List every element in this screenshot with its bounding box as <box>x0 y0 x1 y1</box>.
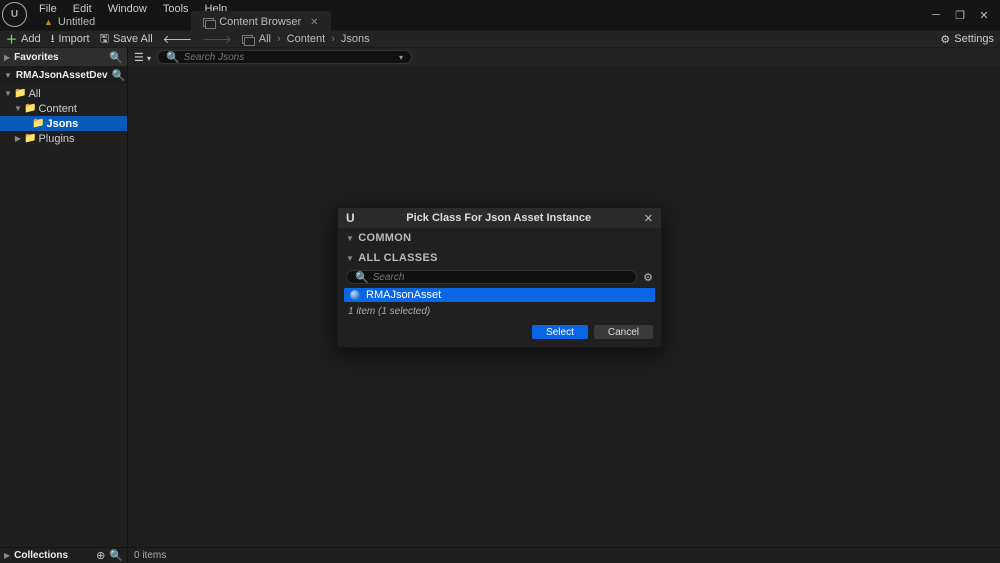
breadcrumb: All › Content › Jsons <box>242 33 370 45</box>
tree-row-jsons[interactable]: 📁 Jsons <box>0 116 127 131</box>
chevron-down-icon: ▼ <box>346 254 354 263</box>
search-icon[interactable]: 🔍 <box>109 549 123 562</box>
save-all-button[interactable]: 🖫 Save All <box>100 30 153 49</box>
class-search-field[interactable] <box>373 272 628 283</box>
tree-row-label: Plugins <box>38 133 74 145</box>
settings-button-label: Settings <box>954 33 994 45</box>
content-search-field[interactable] <box>184 52 395 63</box>
content-browser-icon <box>203 18 214 27</box>
filter-button[interactable]: ☰ ▾ <box>132 51 153 64</box>
select-button[interactable]: Select <box>532 325 588 339</box>
nav-back-button[interactable]: 🡐 <box>163 32 193 46</box>
cancel-button[interactable]: Cancel <box>594 325 653 339</box>
breadcrumb-all[interactable]: All <box>259 33 271 45</box>
window-close-button[interactable]: ✕ <box>972 6 996 24</box>
add-button-label: Add <box>21 33 41 45</box>
common-section-header[interactable]: ▼ COMMON <box>338 228 661 248</box>
chevron-right-icon: › <box>277 33 281 45</box>
folder-tree: ▼ 📁 All ▼ 📁 Content 📁 Jsons ▶ 📁 Plugin <box>0 84 127 148</box>
tree-row-all[interactable]: ▼ 📁 All <box>0 86 127 101</box>
import-button-label: Import <box>58 33 89 45</box>
plus-icon: ＋ <box>6 31 17 47</box>
folder-icon: 📁 <box>24 133 36 144</box>
breadcrumb-jsons[interactable]: Jsons <box>341 33 370 45</box>
document-tab-label: Content Browser <box>219 16 301 28</box>
class-search-input[interactable]: 🔍 <box>346 270 637 284</box>
collections-label: Collections <box>14 550 92 561</box>
unreal-engine-logo: U <box>2 2 27 27</box>
modal-title: Pick Class For Json Asset Instance <box>360 212 638 224</box>
search-icon: 🔍 <box>355 271 369 284</box>
folder-icon: 📁 <box>14 88 26 99</box>
search-icon[interactable]: 🔍 <box>112 69 126 82</box>
tree-row-label: Content <box>38 103 77 115</box>
document-tab-untitled[interactable]: ▲ Untitled <box>32 11 107 33</box>
collections-header[interactable]: ▶ Collections ⊕ 🔍 <box>0 547 127 563</box>
filter-icon: ☰ <box>134 52 144 64</box>
content-search-input[interactable]: 🔍 ▾ <box>157 50 412 64</box>
modal-close-button[interactable]: ✕ <box>644 212 653 225</box>
window-minimize-button[interactable]: ─ <box>924 6 948 24</box>
tree-row-label: All <box>28 88 40 100</box>
chevron-down-icon: ▼ <box>346 234 354 243</box>
chevron-right-icon: › <box>331 33 335 45</box>
all-classes-section-label: ALL CLASSES <box>358 252 438 264</box>
class-row-label: RMAJsonAsset <box>366 289 441 301</box>
breadcrumb-content[interactable]: Content <box>287 33 326 45</box>
tree-row-label: Jsons <box>46 118 78 130</box>
folder-icon: 📁 <box>24 103 36 114</box>
class-icon <box>350 290 360 300</box>
chevron-right-icon: ▶ <box>14 134 22 143</box>
search-icon[interactable]: 🔍 <box>109 51 123 64</box>
folder-icon <box>242 35 253 44</box>
all-classes-section-header[interactable]: ▼ ALL CLASSES <box>338 248 661 268</box>
search-icon: 🔍 <box>166 51 180 64</box>
tree-row-plugins[interactable]: ▶ 📁 Plugins <box>0 131 127 146</box>
document-tab-content-browser[interactable]: Content Browser ✕ <box>191 11 330 33</box>
chevron-down-icon: ▼ <box>4 89 12 98</box>
pick-class-modal: U Pick Class For Json Asset Instance ✕ ▼… <box>337 207 662 348</box>
tab-close-icon[interactable]: ✕ <box>310 17 318 28</box>
warning-icon: ▲ <box>44 17 53 27</box>
favorites-header[interactable]: ▶ Favorites 🔍 <box>0 48 127 66</box>
nav-forward-button[interactable]: 🡒 <box>202 32 232 46</box>
class-search-settings-button[interactable]: ⚙ <box>643 271 653 284</box>
plus-circle-icon[interactable]: ⊕ <box>96 549 105 562</box>
select-button-label: Select <box>546 327 574 338</box>
folder-icon: 📁 <box>32 118 44 129</box>
chevron-down-icon: ▼ <box>4 71 12 80</box>
arrow-left-icon: 🡐 <box>163 32 193 46</box>
cancel-button-label: Cancel <box>608 327 639 338</box>
tree-row-content[interactable]: ▼ 📁 Content <box>0 101 127 116</box>
selection-status: 1 item (1 selected) <box>338 304 661 319</box>
class-row-rmajsonasset[interactable]: RMAJsonAsset <box>344 288 655 302</box>
project-label: RMAJsonAssetDev <box>16 70 108 81</box>
chevron-right-icon: ▶ <box>4 551 10 560</box>
common-section-label: COMMON <box>358 232 411 244</box>
arrow-right-icon: 🡒 <box>202 32 232 46</box>
document-tab-label: Untitled <box>58 16 95 28</box>
save-all-button-label: Save All <box>113 33 153 45</box>
window-maximize-button[interactable]: ❐ <box>948 6 972 24</box>
project-header[interactable]: ▼ RMAJsonAssetDev 🔍 <box>0 66 127 84</box>
chevron-down-icon[interactable]: ▾ <box>399 53 403 62</box>
gear-icon: ⚙ <box>940 33 950 46</box>
chevron-down-icon: ▾ <box>147 54 151 63</box>
item-count-label: 0 items <box>134 550 166 561</box>
settings-button[interactable]: ⚙ Settings <box>940 33 994 46</box>
add-button[interactable]: ＋ Add <box>6 31 41 47</box>
chevron-down-icon: ▼ <box>14 104 22 113</box>
chevron-right-icon: ▶ <box>4 53 10 62</box>
favorites-label: Favorites <box>14 52 105 63</box>
unreal-logo-icon: U <box>346 211 354 225</box>
